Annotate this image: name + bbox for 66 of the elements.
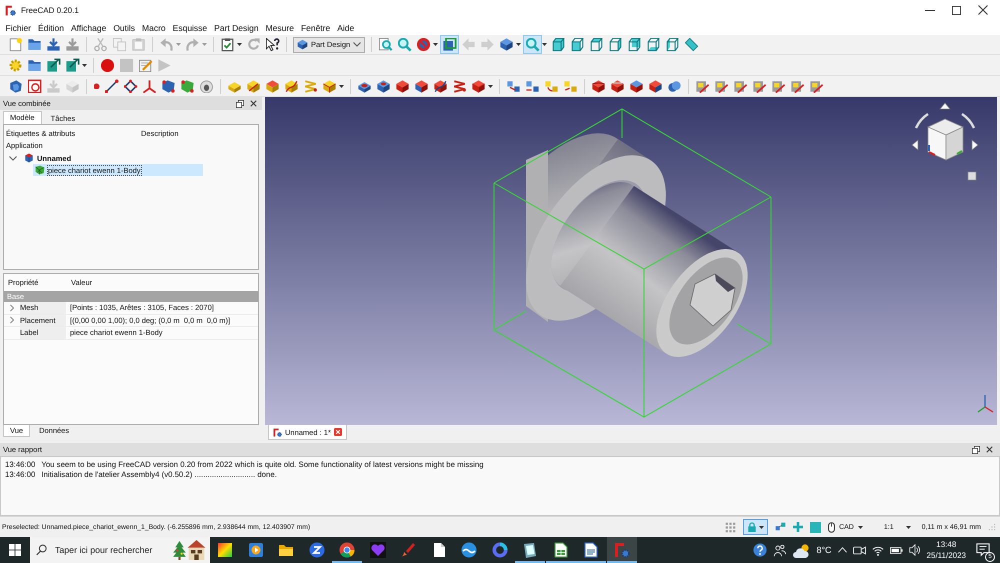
caret-icon[interactable] <box>433 43 438 46</box>
menu-item[interactable]: Part Design <box>210 22 262 32</box>
search-icon <box>36 544 48 556</box>
float-icon[interactable] <box>236 100 244 108</box>
float-icon[interactable] <box>972 446 980 454</box>
app-logo-icon <box>273 428 282 436</box>
lock-icon <box>747 522 758 532</box>
overlapping-squares-icon[interactable] <box>440 35 460 54</box>
close-icon[interactable] <box>986 446 993 453</box>
menu-item[interactable]: Mesure <box>262 22 298 32</box>
maximize-icon[interactable] <box>952 6 961 14</box>
mesh-icon <box>35 165 45 175</box>
block-icon <box>297 39 308 50</box>
menu-item[interactable]: Outils <box>110 22 139 32</box>
chevron-down-icon[interactable] <box>9 156 17 160</box>
search-field[interactable]: Taper ici pour rechercher <box>30 537 210 563</box>
window-title: FreeCAD 0.20.1 <box>21 6 79 14</box>
house-icon <box>187 540 206 560</box>
temperature-label: 8°C <box>816 545 832 555</box>
cube-icon <box>24 153 34 163</box>
caret-icon <box>759 526 764 528</box>
clock-date[interactable]: 25/11/2023 <box>926 550 966 561</box>
app-logo-icon[interactable] <box>606 537 636 563</box>
menu-item[interactable]: Esquisse <box>169 22 211 32</box>
chevron-right-icon[interactable] <box>10 304 14 312</box>
caret-icon <box>906 526 911 528</box>
menu-item[interactable]: Fichier <box>2 22 35 32</box>
wifi-icon[interactable] <box>872 544 884 556</box>
speaker-icon[interactable] <box>908 544 921 556</box>
caret-icon[interactable] <box>516 43 522 46</box>
chevron-up-icon[interactable] <box>838 547 847 553</box>
notification-icon[interactable] <box>976 543 990 557</box>
caret-icon <box>858 526 863 528</box>
linked-squares-icon[interactable] <box>775 522 786 532</box>
caret-icon[interactable] <box>82 64 87 66</box>
clock-time[interactable]: 13:48 <box>936 539 956 550</box>
size-grip-icon[interactable] <box>988 523 996 531</box>
menu-item[interactable]: Fenêtre <box>297 22 334 32</box>
christmas-tree-icon <box>173 541 186 560</box>
app-logo-icon <box>5 4 16 16</box>
caret-icon[interactable] <box>237 43 242 46</box>
line-icon[interactable] <box>102 76 121 96</box>
mouse-icon <box>828 522 836 532</box>
help-icon[interactable] <box>753 543 768 557</box>
people-icon[interactable] <box>773 544 786 556</box>
navigation-cube-icon[interactable] <box>912 102 978 180</box>
caret-icon[interactable] <box>339 84 344 88</box>
chevron-down-icon <box>353 42 362 47</box>
battery-icon[interactable] <box>890 546 903 554</box>
axis-cross-icon <box>978 395 994 413</box>
zoom-fit-icon[interactable] <box>376 35 396 54</box>
menu-item[interactable]: Aide <box>334 22 358 32</box>
video-camera-icon[interactable] <box>852 544 866 556</box>
plane-icon[interactable] <box>121 76 140 96</box>
caret-icon[interactable] <box>488 84 493 88</box>
close-icon[interactable] <box>250 100 257 107</box>
pointer-question-icon[interactable] <box>263 35 282 54</box>
menu-item[interactable]: Affichage <box>68 22 110 32</box>
cloud-sun-icon[interactable] <box>792 542 810 558</box>
sketch-icon[interactable] <box>25 76 44 96</box>
point-icon[interactable] <box>91 80 102 92</box>
menu-item[interactable]: Édition <box>34 22 68 32</box>
chevron-right-icon[interactable] <box>10 316 14 324</box>
caret-icon[interactable] <box>542 43 548 46</box>
menu-item[interactable]: Macro <box>138 22 170 32</box>
close-icon[interactable] <box>978 5 988 15</box>
